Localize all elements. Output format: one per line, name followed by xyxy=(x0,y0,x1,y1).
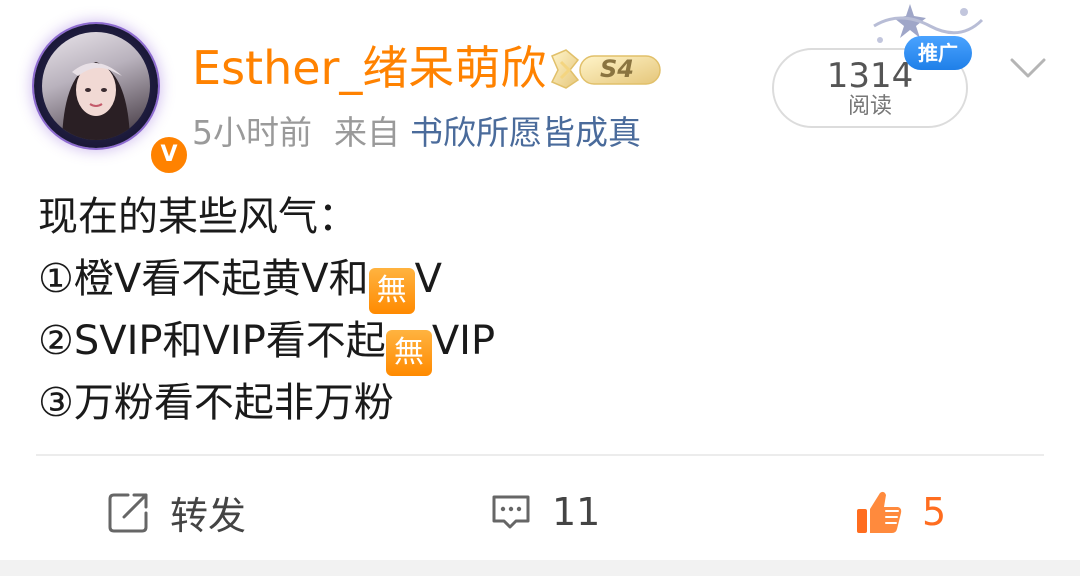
level-badge-text: S4 xyxy=(600,55,634,83)
post-line-3: ②SVIP和VIP看不起無 VIP xyxy=(38,310,1038,376)
thumbs-up-icon xyxy=(857,491,902,533)
mu-emoji-icon: 無 xyxy=(385,330,432,376)
repost-icon xyxy=(108,493,148,533)
post-line-2-text: ①橙V看不起黄V和 xyxy=(38,256,369,302)
like-button[interactable]: 5 xyxy=(854,482,946,542)
post-line-2: ①橙V看不起黄V和無 V xyxy=(38,248,1038,314)
username[interactable]: Esther_绪呆萌欣 xyxy=(192,38,546,98)
comment-button[interactable]: 11 xyxy=(488,482,600,542)
post-line-3-text: ②SVIP和VIP看不起 xyxy=(38,318,386,364)
divider xyxy=(36,454,1044,456)
avatar[interactable]: V xyxy=(28,18,190,176)
post-time: 5小时前 xyxy=(192,113,312,152)
read-label: 阅读 xyxy=(847,94,892,119)
comment-count: 11 xyxy=(552,490,601,534)
avatar-photo xyxy=(42,32,150,140)
repost-button[interactable]: 转发 xyxy=(106,482,246,542)
post-line-2-tail: V xyxy=(414,256,442,302)
bottom-separator xyxy=(0,560,1080,576)
post-line-1: 现在的某些风气： xyxy=(38,194,358,240)
promo-badge: 推广 xyxy=(904,36,972,70)
source-app-link[interactable]: 书欣所愿皆成真 xyxy=(410,113,641,152)
post-line-3-tail: VIP xyxy=(431,318,496,364)
level-badge[interactable]: S4 xyxy=(548,46,666,92)
like-count: 5 xyxy=(922,490,947,534)
post-line-4: ③万粉看不起非万粉 xyxy=(38,380,394,426)
mu-emoji-icon: 無 xyxy=(368,268,415,314)
repost-label: 转发 xyxy=(170,493,247,538)
comment-icon xyxy=(492,495,530,529)
post-meta: 5小时前 来自 书欣所愿皆成真 xyxy=(192,108,641,158)
verified-icon: V xyxy=(148,134,190,176)
from-label: 来自 xyxy=(334,113,400,152)
chevron-down-icon[interactable] xyxy=(1006,50,1050,86)
post-body: 现在的某些风气： ①橙V看不起黄V和無 V ②SVIP和VIP看不起無 VIP ③万… xyxy=(38,186,1038,434)
